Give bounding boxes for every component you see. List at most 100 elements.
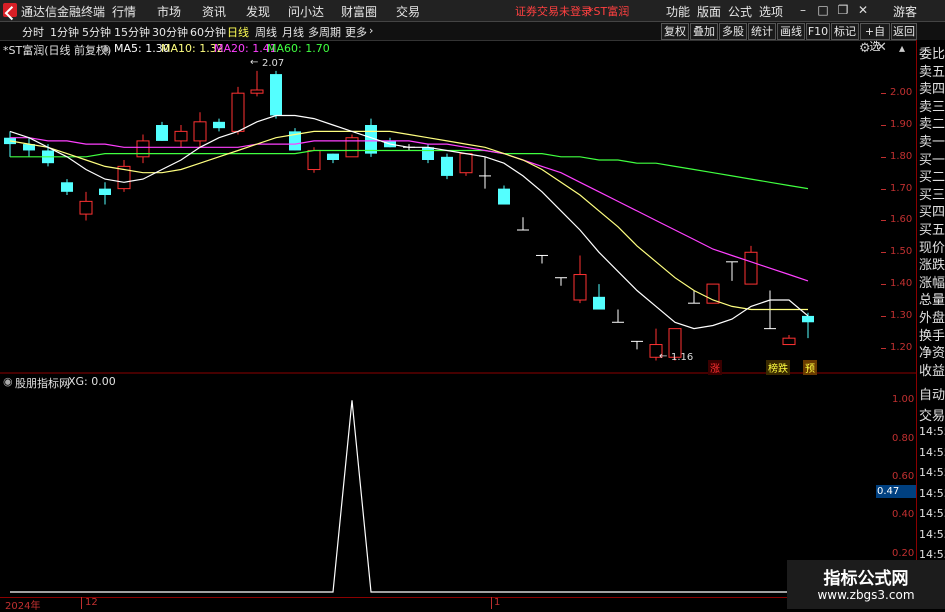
tab-weekly[interactable]: 周线 xyxy=(255,24,277,40)
mark-button[interactable]: 标记 xyxy=(831,23,859,40)
high-annotation: 2.07 xyxy=(262,58,285,69)
tick-time-label[interactable]: 14:55 xyxy=(919,425,945,446)
menu-trade[interactable]: 交易 xyxy=(396,3,420,20)
price-axis-label: 1.70 xyxy=(890,182,913,194)
tick-time-label[interactable]: 14:55 xyxy=(919,466,945,487)
multi-stock-button[interactable]: 多股 xyxy=(719,23,747,40)
auto-trade-label[interactable]: 自动 xyxy=(919,384,945,405)
drop-list-tag[interactable]: 榜跌 xyxy=(766,360,790,375)
tick-time-label[interactable]: 14:55 xyxy=(919,507,945,528)
candle xyxy=(517,217,529,231)
price-axis-label: 1.80 xyxy=(890,150,913,162)
candle-body-down xyxy=(327,153,339,160)
close-icon[interactable]: ✕ xyxy=(855,2,871,18)
more-chevron-icon[interactable]: › xyxy=(369,24,373,37)
menu-quotes[interactable]: 行情 xyxy=(112,3,136,20)
candle-body-down xyxy=(802,315,814,323)
tab-5min[interactable]: 5分钟 xyxy=(82,24,111,40)
tab-1min[interactable]: 1分钟 xyxy=(50,24,79,40)
menu-market[interactable]: 市场 xyxy=(157,3,181,20)
menu-ask[interactable]: 问小达 xyxy=(288,3,324,20)
candle xyxy=(555,277,567,286)
date-label-dec: 12 xyxy=(85,597,98,608)
tick-time-label[interactable]: 14:55 xyxy=(919,487,945,508)
ma-lines-group xyxy=(9,114,809,330)
draw-line-button[interactable]: 画线 xyxy=(777,23,805,40)
price-axis-label: 1.40 xyxy=(890,278,913,290)
watermark-url: www.zbgs3.com xyxy=(817,588,915,602)
tab-monthly[interactable]: 月线 xyxy=(282,24,304,40)
price-axis-label: 1.30 xyxy=(890,309,913,321)
statistics-button[interactable]: 统计 xyxy=(748,23,776,40)
candle xyxy=(231,86,245,135)
restore-icon[interactable]: ❐ xyxy=(835,2,851,18)
ma-settings-icon[interactable]: ◉ xyxy=(101,42,111,55)
add-watchlist-button[interactable]: +自选 xyxy=(860,23,890,53)
candle-body-up xyxy=(459,153,473,174)
expand-icon[interactable]: ▴ xyxy=(899,41,905,55)
menu-formula[interactable]: 公式 xyxy=(728,3,752,20)
indicator-settings-icon[interactable]: ◉ xyxy=(3,375,13,388)
date-label-year: 2024年 xyxy=(5,601,41,612)
price-axis-label: 1.20 xyxy=(890,341,913,353)
tab-timeshare[interactable]: 分时 xyxy=(22,24,44,40)
price-axis-tick xyxy=(881,220,886,222)
overlay-button[interactable]: 叠加 xyxy=(690,23,718,40)
indicator-axis-label: 0.60 xyxy=(892,471,915,482)
candle-body-up xyxy=(193,121,207,142)
price-axis-label: 1.60 xyxy=(890,214,913,226)
ma20-line xyxy=(10,137,809,282)
candle-body-down xyxy=(156,125,168,141)
ma10-line xyxy=(9,130,808,311)
price-axis-label: 1.50 xyxy=(890,246,913,258)
menu-wealth[interactable]: 财富圈 xyxy=(341,3,377,20)
forecast-tag[interactable]: 预 xyxy=(803,360,817,375)
xg-line-group xyxy=(10,400,808,593)
candle-body-up xyxy=(744,251,758,285)
candle-body-down xyxy=(99,188,111,195)
menu-function[interactable]: 功能 xyxy=(666,3,690,20)
f10-button[interactable]: F10 xyxy=(806,23,830,40)
quote-label[interactable]: 收益 xyxy=(919,360,945,381)
auto-trade-label[interactable]: 交易 xyxy=(919,405,945,426)
candle xyxy=(250,70,264,97)
candle xyxy=(479,156,491,189)
candle xyxy=(345,134,359,158)
tab-multi-period[interactable]: 多周期 xyxy=(308,24,341,40)
close-chart-icon[interactable]: ✕ xyxy=(876,40,887,55)
candle-body-up xyxy=(307,149,321,171)
tab-15min[interactable]: 15分钟 xyxy=(114,24,150,40)
candles-group xyxy=(4,70,814,361)
candle-body-down xyxy=(61,182,73,192)
menu-news[interactable]: 资讯 xyxy=(202,3,226,20)
tick-time-label[interactable]: 14:55 xyxy=(919,446,945,467)
minimize-icon[interactable]: – xyxy=(795,2,811,18)
tab-more[interactable]: 更多 xyxy=(345,24,367,40)
tick-time-label[interactable]: 14:55 xyxy=(919,528,945,549)
candle xyxy=(327,153,339,164)
tab-60min[interactable]: 60分钟 xyxy=(190,24,226,40)
kline-chart[interactable] xyxy=(0,55,916,600)
back-button[interactable]: 返回 xyxy=(891,23,917,40)
tab-daily[interactable]: 日线 xyxy=(227,24,249,40)
menu-options[interactable]: 选项 xyxy=(759,3,783,20)
price-axis-tick xyxy=(881,347,886,349)
settings-gear-icon[interactable]: ⚙ xyxy=(859,41,871,56)
user-guest[interactable]: 游客 xyxy=(893,3,917,20)
candle xyxy=(802,312,814,339)
menu-discover[interactable]: 发现 xyxy=(246,3,270,20)
rise-tag[interactable]: 涨 xyxy=(708,360,722,375)
candle-body-up xyxy=(250,89,264,94)
menu-layout[interactable]: 版面 xyxy=(697,3,721,20)
maximize-icon[interactable]: □ xyxy=(815,2,831,18)
candle xyxy=(79,191,93,221)
price-axis-tick xyxy=(881,284,886,286)
watermark-title: 指标公式网 xyxy=(823,569,909,589)
tab-30min[interactable]: 30分钟 xyxy=(152,24,188,40)
candle-body-down xyxy=(593,296,605,310)
candle xyxy=(744,245,758,285)
candle-body-up xyxy=(136,140,150,158)
rights-adjust-button[interactable]: 复权 xyxy=(661,23,689,40)
login-status[interactable]: 证券交易未登录 xyxy=(515,3,592,19)
price-axis-tick xyxy=(881,188,886,190)
